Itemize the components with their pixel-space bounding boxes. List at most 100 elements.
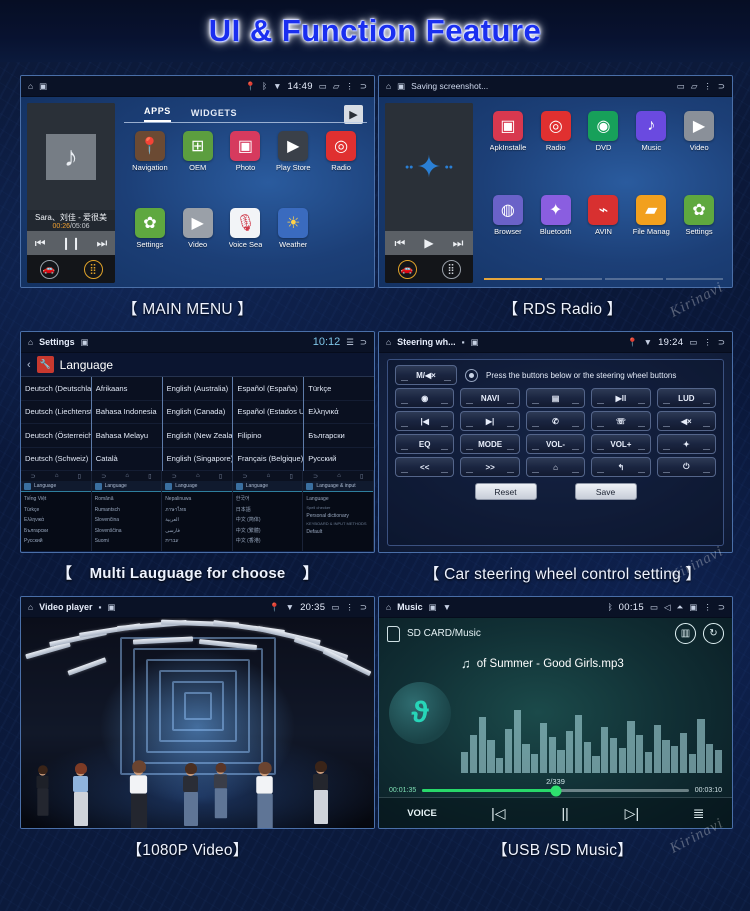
power-button[interactable]: ⏻: [656, 457, 717, 477]
apps-icon[interactable]: ⣿: [441, 259, 461, 279]
back-icon[interactable]: ⊃: [718, 602, 725, 613]
progress-knob[interactable]: [550, 785, 561, 796]
back-icon[interactable]: ⊃: [360, 602, 367, 613]
menu-icon[interactable]: ⋮: [703, 337, 712, 348]
home-icon[interactable]: ⌂: [386, 337, 391, 347]
home-icon[interactable]: ⌂: [386, 81, 391, 91]
language-item[interactable]: Deutsch (Liechtenstein): [21, 401, 91, 424]
app-settings[interactable]: ✿ Settings: [126, 205, 174, 282]
home-button[interactable]: ⌂: [525, 457, 586, 477]
menu-icon[interactable]: ⋮: [345, 602, 354, 613]
language-item[interactable]: Bahasa Melayu: [91, 424, 162, 448]
prev-icon[interactable]: ⏮: [35, 236, 46, 251]
hangup-button[interactable]: ☏: [591, 411, 651, 431]
previous-button[interactable]: |◁: [465, 805, 532, 822]
car-icon[interactable]: 🚗: [397, 259, 417, 279]
save-button[interactable]: Save: [574, 483, 637, 500]
tab-apps[interactable]: APPS: [144, 106, 171, 122]
chevron-left-icon[interactable]: ‹: [27, 359, 31, 371]
rewind-button[interactable]: <<: [395, 457, 455, 477]
app-file-manager[interactable]: ▰ File Manag: [627, 192, 675, 276]
navi-button[interactable]: NAVI: [460, 388, 520, 408]
apps-icon[interactable]: ⣿: [83, 259, 103, 279]
language-item[interactable]: Català: [91, 448, 162, 471]
app-music[interactable]: ♪ Music: [627, 108, 675, 192]
language-item[interactable]: Español (Estados Unidos): [233, 401, 304, 424]
language-item[interactable]: Български: [304, 424, 374, 448]
pause-button[interactable]: ||: [532, 805, 599, 821]
back-icon[interactable]: ⊃: [718, 337, 725, 348]
play-icon[interactable]: ▶: [424, 236, 433, 250]
menu-icon[interactable]: ⋮: [703, 602, 712, 613]
language-item[interactable]: Ελληνικά: [304, 401, 374, 424]
app-radio[interactable]: ◎ Radio: [532, 108, 580, 192]
app-bluetooth[interactable]: ✦ Bluetooth: [532, 192, 580, 276]
app-oem[interactable]: ⊞ OEM: [174, 128, 222, 205]
page-dot[interactable]: [484, 278, 542, 280]
page-dot[interactable]: [665, 278, 723, 280]
language-item[interactable]: English (Australia): [162, 377, 233, 401]
record-button[interactable]: ◉: [395, 388, 455, 408]
app-navigation[interactable]: 📍 Navigation: [126, 128, 174, 205]
source-button[interactable]: ▤: [525, 388, 586, 408]
lud-button[interactable]: LUD: [656, 388, 717, 408]
page-dot[interactable]: [605, 278, 663, 280]
home-icon[interactable]: ⌂: [386, 602, 391, 612]
next-icon[interactable]: ⏭: [96, 236, 107, 251]
app-voice-search[interactable]: 🎙 Voice Sea: [222, 205, 270, 282]
volume-up-button[interactable]: VOL+: [591, 434, 651, 454]
image-icon[interactable]: ▣: [39, 81, 47, 92]
bluetooth-button[interactable]: ✦: [656, 434, 717, 454]
prev-icon[interactable]: ⏮: [395, 236, 406, 251]
app-weather[interactable]: ☀ Weather: [269, 205, 317, 282]
language-item[interactable]: English (New Zealand): [162, 424, 233, 448]
call-button[interactable]: ✆: [525, 411, 586, 431]
forward-button[interactable]: >>: [460, 457, 520, 477]
thumbnail-screen[interactable]: ⊃ ⌂ ▯ Language Română Rumantsch Slovenčina…: [91, 471, 163, 551]
thumbnail-screen[interactable]: ⊃ ⌂ ▯ Language 한국어 日本語 中文 (简体) 中文 (繁體) 中文 …: [232, 471, 304, 551]
app-radio[interactable]: ◎ Radio: [317, 128, 365, 205]
progress-bar[interactable]: [422, 785, 689, 796]
video-surface[interactable]: [21, 618, 374, 828]
home-icon[interactable]: ⌂: [28, 337, 33, 347]
tab-widgets[interactable]: WIDGETS: [191, 108, 237, 122]
pause-icon[interactable]: ❙❙: [61, 236, 81, 250]
next-button[interactable]: ▶|: [460, 411, 520, 431]
language-item[interactable]: Русский: [304, 448, 374, 471]
language-item[interactable]: Afrikaans: [91, 377, 162, 401]
app-settings[interactable]: ✿ Settings: [675, 192, 723, 276]
language-item[interactable]: Deutsch (Schweiz): [21, 448, 91, 471]
thumbnail-screen[interactable]: ⊃ ⌂ ▯ Language Nepalinuwa ภาษาไทย العربية …: [162, 471, 233, 551]
eject-icon[interactable]: ⏶: [677, 602, 684, 613]
list-icon[interactable]: ☰: [346, 337, 354, 348]
recent-icon[interactable]: ▱: [333, 81, 340, 92]
back-button[interactable]: ↰: [591, 457, 651, 477]
app-photo[interactable]: ▣ Photo: [222, 128, 270, 205]
language-item[interactable]: Español (España): [233, 377, 304, 401]
previous-button[interactable]: |◀: [395, 411, 455, 431]
thumbnail-screen[interactable]: ⊃ ⌂ ▯ Language & input Language Spell chec…: [303, 471, 374, 551]
menu-icon[interactable]: ⋮: [345, 81, 354, 92]
menu-icon[interactable]: ⋮: [703, 81, 712, 92]
language-item[interactable]: English (Canada): [162, 401, 233, 424]
playlist-icon[interactable]: ≣: [665, 805, 732, 822]
eq-button[interactable]: EQ: [395, 434, 455, 454]
mode-button[interactable]: MODE: [460, 434, 520, 454]
bluetooth-widget[interactable]: ●● ✦ ●● ⏮ ▶ ⏭ 🚗 ⣿: [385, 103, 473, 283]
language-item[interactable]: Deutsch (Österreich): [21, 424, 91, 448]
app-avin[interactable]: ⌁ AVIN: [580, 192, 628, 276]
language-item[interactable]: Filipino: [233, 424, 304, 448]
language-item[interactable]: Deutsch (Deutschland): [21, 377, 91, 401]
volume-down-button[interactable]: VOL-: [525, 434, 586, 454]
language-item[interactable]: Français (Belgique): [233, 448, 304, 471]
reset-button[interactable]: Reset: [474, 483, 537, 500]
repeat-icon[interactable]: ↻: [703, 623, 724, 644]
back-icon[interactable]: ⊃: [360, 81, 367, 92]
thumbnail-screen[interactable]: ⊃ ⌂ ▯ Language Tiếng Việt Türkçe Ελληνικά …: [21, 471, 92, 551]
next-icon[interactable]: ⏭: [453, 236, 464, 251]
picture-icon[interactable]: ▣: [689, 602, 697, 613]
mute-toggle-button[interactable]: M/◀×: [395, 365, 457, 385]
car-icon[interactable]: 🚗: [39, 259, 59, 279]
recent-icon[interactable]: ▱: [691, 81, 698, 92]
equalizer-icon[interactable]: ▥: [675, 623, 696, 644]
